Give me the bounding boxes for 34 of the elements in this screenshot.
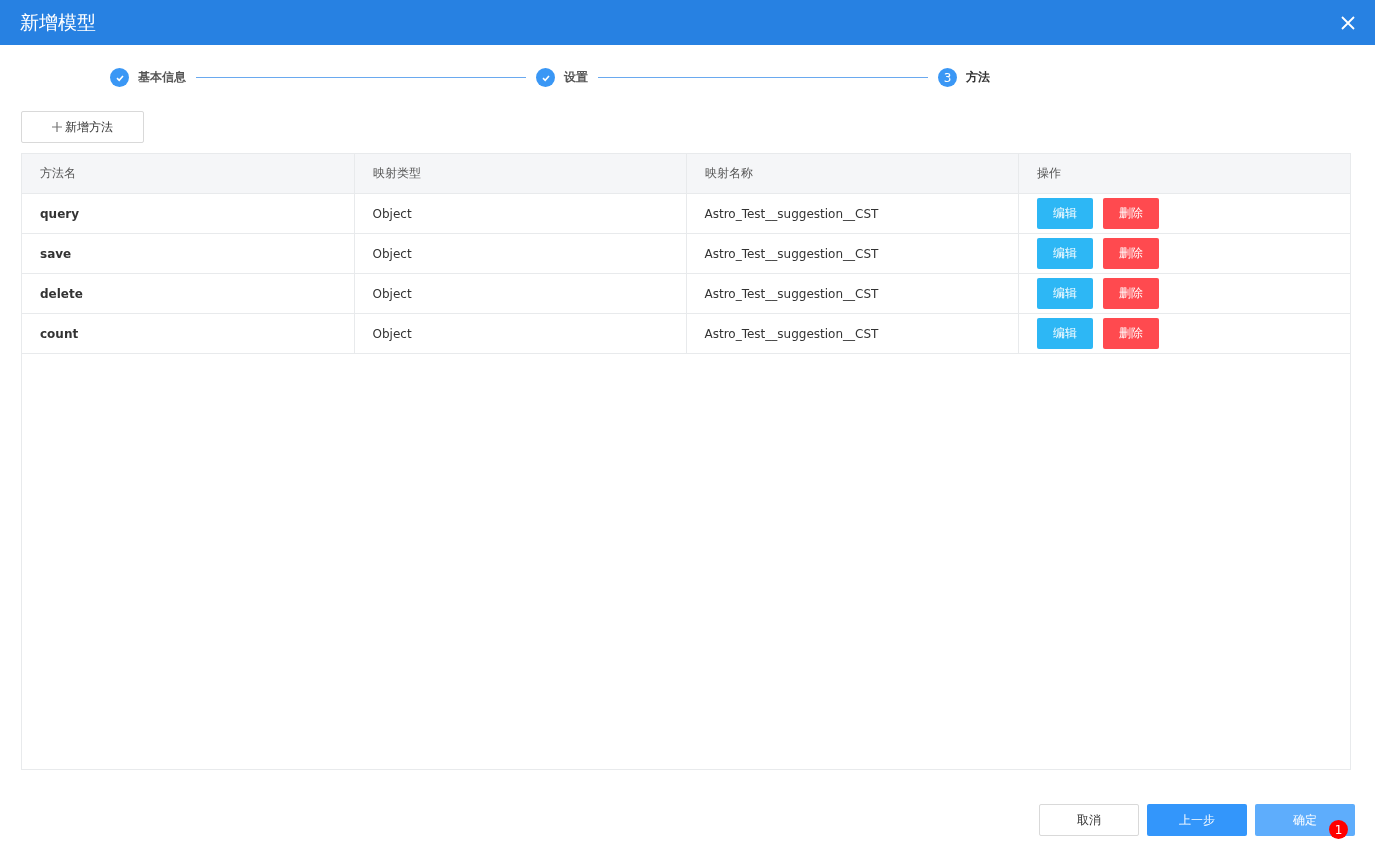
table-cell: Object (354, 273, 686, 314)
delete-button[interactable]: 删除 (1102, 238, 1159, 269)
table-cell: Object (354, 233, 686, 274)
edit-button[interactable]: 编辑 (1036, 198, 1093, 229)
column-header: 映射名称 (686, 154, 1018, 194)
table-cell: count (22, 313, 354, 354)
plus-icon (52, 122, 62, 132)
table-cell: Astro_Test__suggestion__CST (686, 273, 1018, 314)
step-label: 设置 (564, 69, 588, 86)
cancel-button[interactable]: 取消 (1039, 804, 1139, 836)
table-cell: Object (354, 193, 686, 234)
table-cell: Astro_Test__suggestion__CST (686, 313, 1018, 354)
table-cell: query (22, 193, 354, 234)
table-cell: delete (22, 273, 354, 314)
column-header: 映射类型 (354, 154, 686, 194)
step-number: 3 (938, 68, 957, 87)
close-button[interactable] (1339, 13, 1357, 32)
table-cell: Astro_Test__suggestion__CST (686, 233, 1018, 274)
delete-button[interactable]: 删除 (1102, 198, 1159, 229)
step-label: 方法 (966, 69, 990, 86)
add-method-button[interactable]: 新增方法 (21, 111, 144, 143)
delete-button[interactable]: 删除 (1102, 278, 1159, 309)
column-header: 方法名 (22, 154, 354, 194)
delete-button[interactable]: 删除 (1102, 318, 1159, 349)
table-cell: save (22, 233, 354, 274)
dialog-title: 新增模型 (20, 9, 96, 35)
table-cell: Object (354, 313, 686, 354)
edit-button[interactable]: 编辑 (1036, 238, 1093, 269)
step-label: 基本信息 (138, 69, 186, 86)
edit-button[interactable]: 编辑 (1036, 318, 1093, 349)
edit-button[interactable]: 编辑 (1036, 278, 1093, 309)
table-cell: Astro_Test__suggestion__CST (686, 193, 1018, 234)
footer-button[interactable]: 上一步 (1147, 804, 1247, 836)
column-header: 操作 (1018, 154, 1350, 194)
